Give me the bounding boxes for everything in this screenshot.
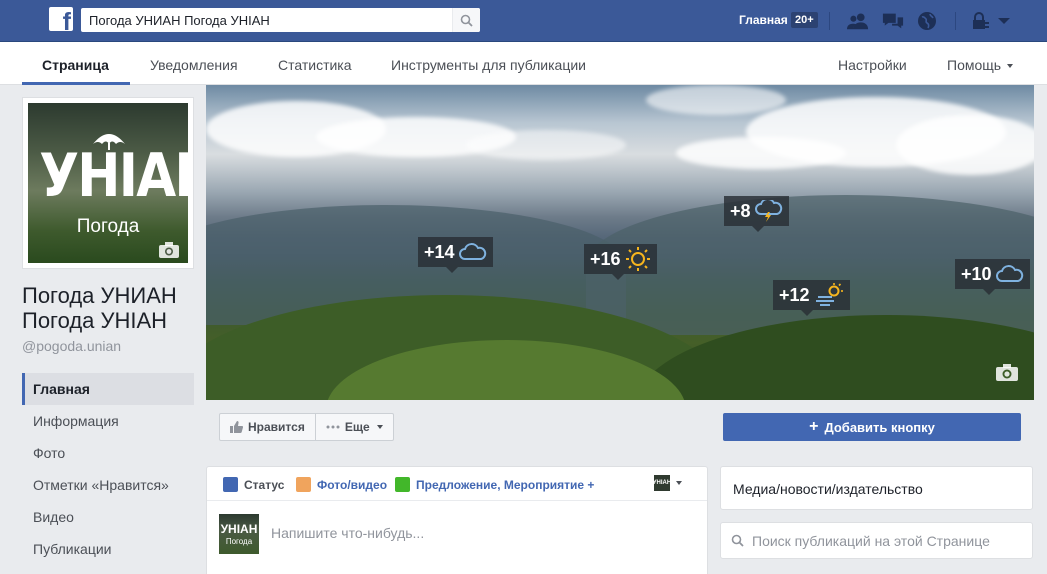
plus-icon: + (809, 418, 819, 435)
search-button[interactable] (452, 8, 480, 32)
cloud-icon (995, 265, 1023, 282)
page-title[interactable]: Погода УНИАН Погода УНIАН (22, 283, 202, 333)
search-icon (731, 534, 744, 547)
chevron-down-icon (376, 425, 383, 429)
thunderstorm-cloud-icon (754, 200, 782, 222)
post-as-avatar: УНIАН (653, 475, 671, 491)
weather-temp: +12 (779, 284, 810, 305)
page-navigation: Страница Уведомления Статистика Инструме… (0, 42, 1047, 85)
weather-tag: +8 (724, 196, 789, 232)
tab-notifications[interactable]: Уведомления (150, 57, 238, 73)
page-username[interactable]: @pogoda.unian (22, 338, 121, 354)
notifications-globe-icon[interactable] (916, 10, 938, 32)
page-category[interactable]: Медиа/новости/издательство (720, 466, 1033, 510)
global-search-input[interactable] (81, 8, 441, 32)
composer-tab-status[interactable]: Статус (223, 477, 284, 492)
weather-temp: +10 (961, 263, 992, 284)
avatar: УНIАН Погода (219, 514, 259, 554)
profile-picture: УНIАН Погода (28, 103, 188, 263)
privacy-lock-icon[interactable] (969, 10, 991, 32)
composer-tabs: Статус Фото/видео Предложение, Мероприят… (207, 467, 707, 501)
active-tab-indicator (22, 82, 130, 85)
cloud-shape (896, 115, 1034, 175)
home-link[interactable]: Главная (739, 13, 788, 27)
sun-icon (625, 247, 650, 271)
tab-help[interactable]: Помощь (947, 57, 1014, 73)
cloud-shape (646, 85, 786, 115)
account-menu-caret-icon[interactable] (993, 10, 1015, 32)
weather-tag: +12 (773, 280, 850, 316)
add-button-cta[interactable]: + Добавить кнопку (723, 413, 1021, 441)
left-nav-likes[interactable]: Отметки «Нравится» (22, 469, 194, 501)
composer-tab-photo[interactable]: Фото/видео (296, 477, 387, 492)
left-nav-videos[interactable]: Видео (22, 501, 194, 533)
facebook-logo-letter: f (62, 8, 71, 32)
page-posts-search-input[interactable] (752, 532, 1022, 549)
global-search (81, 8, 480, 32)
weather-tag: +16 (584, 244, 657, 280)
like-button-label: Нравится (248, 420, 305, 434)
post-composer: Статус Фото/видео Предложение, Мероприят… (206, 466, 708, 574)
profile-brand-subtitle: Погода (76, 216, 140, 237)
more-button[interactable]: Еще (314, 414, 393, 440)
topbar-divider-2 (955, 12, 956, 30)
pencil-icon (223, 477, 238, 492)
weather-temp: +14 (424, 241, 455, 262)
like-button[interactable]: Нравится (220, 414, 315, 440)
facebook-logo[interactable]: f (49, 7, 73, 31)
left-nav-posts[interactable]: Публикации (22, 533, 194, 565)
tab-statistics[interactable]: Статистика (278, 57, 352, 73)
profile-brand-text: УНIАН (39, 141, 188, 211)
left-nav-home[interactable]: Главная (22, 373, 194, 405)
page-action-bar: Нравится Еще (219, 413, 394, 441)
profile-picture-frame[interactable]: УНIАН Погода (22, 97, 194, 269)
composer-input[interactable]: Напишите что-нибудь... (271, 525, 424, 541)
avatar-sub: Погода (225, 537, 253, 546)
cloud-shape (466, 130, 626, 160)
more-dots-icon (326, 425, 340, 429)
chevron-down-icon (1007, 64, 1014, 69)
avatar-brand: УНIАН (220, 522, 258, 536)
left-nav-photos[interactable]: Фото (22, 437, 194, 469)
weather-temp: +16 (590, 248, 621, 269)
help-label: Помощь (947, 57, 1002, 73)
photo-icon (296, 477, 311, 492)
composer-tab-status-label: Статус (244, 477, 285, 492)
more-button-label: Еще (344, 420, 370, 434)
offer-icon (395, 477, 410, 492)
friend-requests-icon[interactable] (847, 10, 869, 32)
camera-icon[interactable] (158, 241, 180, 259)
cover-photo[interactable]: +14 +16 +8 +12 +10 (206, 85, 1034, 400)
left-page-nav: Главная Информация Фото Отметки «Нравитс… (22, 373, 194, 565)
topbar-divider (829, 12, 830, 30)
weather-temp: +8 (730, 200, 751, 221)
top-navigation-bar: f Главная 20+ (0, 0, 1047, 42)
add-button-label: Добавить кнопку (824, 419, 935, 435)
search-icon (460, 14, 473, 27)
partly-cloudy-wind-icon (815, 283, 843, 306)
post-as-selector[interactable]: УНIАН (653, 475, 682, 491)
weather-tag: +10 (955, 259, 1030, 295)
left-nav-about[interactable]: Информация (22, 405, 194, 437)
tab-publishing-tools[interactable]: Инструменты для публикации (391, 57, 586, 73)
page-posts-search (720, 522, 1033, 559)
composer-tab-photo-label: Фото/видео (317, 477, 388, 492)
composer-tab-offer[interactable]: Предложение, Мероприятие + (395, 477, 594, 492)
change-cover-camera-icon[interactable] (995, 362, 1019, 382)
messages-icon[interactable] (882, 10, 904, 32)
chevron-down-icon (676, 481, 682, 485)
composer-tab-offer-label: Предложение, Мероприятие + (416, 477, 595, 492)
cloud-icon (458, 243, 486, 260)
thumbs-up-icon (230, 421, 243, 433)
tab-page[interactable]: Страница (42, 57, 109, 73)
weather-tag: +14 (418, 237, 493, 273)
tab-settings[interactable]: Настройки (838, 57, 907, 73)
home-notification-badge: 20+ (791, 12, 818, 28)
